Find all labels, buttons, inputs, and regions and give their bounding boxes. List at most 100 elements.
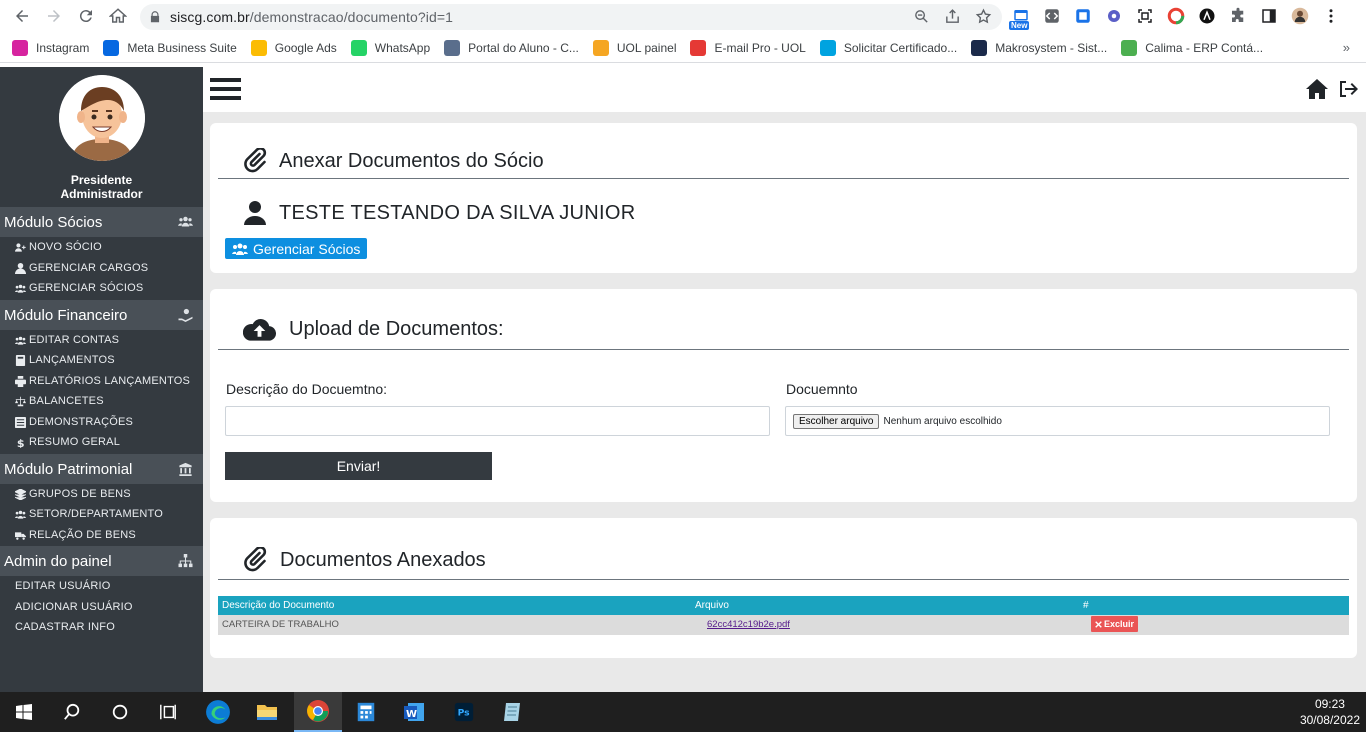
menu-demonstracoes[interactable]: DEMONSTRAÇÕES [15,416,133,428]
extension-blue[interactable] [1072,5,1094,27]
notes-app[interactable] [488,692,536,732]
url-path: /demonstracao/documento?id=1 [249,9,453,25]
menu-balancetes[interactable]: BALANCETES [15,395,104,407]
row-file-link[interactable]: 62cc412c19b2e.pdf [707,619,790,630]
user-name: Administrador [60,187,143,201]
bookmarks-overflow-button[interactable]: » [1343,40,1350,55]
menu-cadastrar-info[interactable]: CADASTRAR INFO [15,621,115,633]
home-button[interactable] [102,0,134,32]
menu-novo-socio[interactable]: NOVO SÓCIO [15,241,102,253]
bookmark-item[interactable]: Instagram [12,39,89,56]
description-label: Descrição do Docuemtno: [226,381,388,397]
edge-app[interactable] [194,692,242,732]
windows-start-button[interactable] [0,692,48,732]
menu-setor[interactable]: SETOR/DEPARTAMENTO [15,508,163,520]
submit-button[interactable]: Enviar! [225,452,492,480]
menu-editar-contas[interactable]: EDITAR CONTAS [15,334,119,346]
menu-adicionar-usuario[interactable]: ADICIONAR USUÁRIO [15,601,133,613]
module-admin[interactable]: Admin do painel [0,546,203,576]
menu-editar-contas-label: EDITAR CONTAS [29,334,120,346]
description-input[interactable] [225,406,770,436]
word-app[interactable]: W [390,692,438,732]
extension-color[interactable] [1165,5,1187,27]
module-socios[interactable]: Módulo Sócios [0,207,203,237]
profile-avatar[interactable] [1289,5,1311,27]
bookmark-item[interactable]: WhatsApp [350,39,430,56]
cortana-button[interactable] [96,692,144,732]
photoshop-app[interactable]: Ps [440,692,488,732]
calculator-app[interactable] [342,692,390,732]
cloud-upload-icon [243,319,276,341]
bookmark-label: Portal do Aluno - C... [468,40,579,55]
avatar[interactable] [59,75,145,161]
letter-a-icon [1199,8,1215,24]
bookmark-label: Solicitar Certificado... [843,40,958,55]
bookmark-item[interactable]: Meta Business Suite [103,39,237,56]
bookmark-item[interactable]: Google Ads [250,39,337,56]
browser-menu[interactable] [1320,5,1342,27]
profile-photo-icon [1291,7,1309,25]
file-explorer-app[interactable] [243,692,291,732]
list-alt-icon [15,416,26,428]
menu-lancamentos[interactable]: LANÇAMENTOS [15,354,115,366]
search-button[interactable] [48,692,96,732]
menu-resumo-geral[interactable]: $ RESUMO GERAL [15,436,120,448]
menu-grupos-bens[interactable]: GRUPOS DE BENS [15,488,131,500]
module-patrimonial[interactable]: Módulo Patrimonial [0,454,203,484]
home-icon[interactable] [1306,79,1328,99]
user-icon [244,201,266,225]
address-bar[interactable]: siscg.com.br/demonstracao/documento?id=1 [140,4,1002,30]
menu-relatorios[interactable]: RELATÓRIOS LANÇAMENTOS [15,375,190,387]
system-clock[interactable]: 09:23 30/08/2022 [1300,696,1360,728]
star-icon[interactable] [975,8,992,25]
menu-grupos-bens-label: GRUPOS DE BENS [29,488,131,500]
paperclip-icon [244,547,267,572]
extension-capture[interactable] [1134,5,1156,27]
menu-lancamentos-label: LANÇAMENTOS [29,354,115,366]
extension-gear[interactable] [1103,5,1125,27]
menu-gerenciar-socios[interactable]: GERENCIAR SÓCIOS [15,282,143,294]
module-financeiro[interactable]: Módulo Financeiro [0,300,203,330]
bookmark-item[interactable]: Solicitar Certificado... [819,39,958,56]
task-view-button[interactable] [144,692,192,732]
edge-icon [206,700,230,724]
table-row: CARTEIRA DE TRABALHO 62cc412c19b2e.pdf E… [218,615,1349,635]
delete-button[interactable]: Excluir [1091,616,1139,632]
logout-icon[interactable] [1338,79,1360,99]
menu-editar-usuario[interactable]: EDITAR USUÁRIO [15,580,111,592]
paperclip-icon [244,148,267,173]
extensions-puzzle[interactable] [1227,5,1249,27]
side-panel[interactable] [1258,5,1280,27]
manage-members-button[interactable]: Gerenciar Sócios [225,238,368,259]
menu-resumo-geral-label: RESUMO GERAL [29,436,121,448]
menu-novo-socio-label: NOVO SÓCIO [29,241,102,253]
users-small-icon [15,284,26,293]
whatsapp-icon [350,39,367,56]
bookmark-item[interactable]: Portal do Aluno - C... [444,39,579,56]
reload-button[interactable] [70,0,102,32]
new-badge: New [1009,21,1030,30]
bookmark-item[interactable]: Calima - ERP Contá... [1121,39,1263,56]
chrome-app[interactable] [294,692,342,732]
forward-button[interactable] [38,0,70,32]
menu-balancetes-label: BALANCETES [29,395,104,407]
extension-new[interactable]: New [1009,5,1032,30]
menu-relatorios-label: RELATÓRIOS LANÇAMENTOS [29,375,191,387]
photoshop-icon: Ps [454,702,474,722]
extension-code[interactable] [1041,5,1063,27]
choose-file-button[interactable]: Escolher arquivo [793,413,880,429]
menu-relacao-bens-label: RELAÇÃO DE BENS [29,529,136,541]
bookmark-item[interactable]: UOL painel [592,39,676,56]
meta-icon [103,39,120,56]
menu-relacao-bens[interactable]: RELAÇÃO DE BENS [15,529,136,541]
zoom-icon[interactable] [913,8,930,25]
bookmark-item[interactable]: E-mail Pro - UOL [690,39,806,56]
share-icon[interactable] [944,8,961,25]
back-button[interactable] [6,0,38,32]
extension-a[interactable] [1196,5,1218,27]
bookmark-item[interactable]: Makrosystem - Sist... [971,39,1107,56]
hamburger-menu-button[interactable] [210,78,241,102]
bookmark-label: E-mail Pro - UOL [714,40,806,55]
menu-gerenciar-cargos[interactable]: GERENCIAR CARGOS [15,262,148,274]
document-file-input[interactable]: Escolher arquivo Nenhum arquivo escolhid… [785,406,1330,436]
